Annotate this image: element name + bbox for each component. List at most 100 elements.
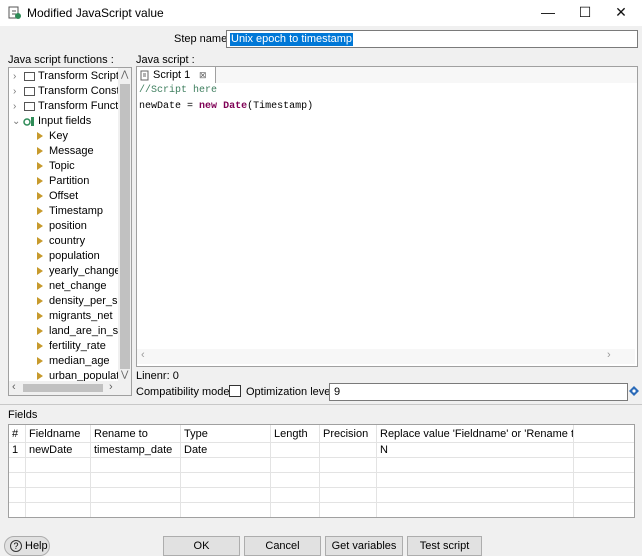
code-keyword: new [199,101,218,112]
help-icon: ? [10,540,22,552]
tree-folder-transform-scripts[interactable]: › Transform Scripts [11,69,125,84]
tab-label: Script 1 [153,69,191,81]
column-header[interactable]: # [9,426,25,442]
folder-icon [24,87,35,96]
tree-vertical-thumb[interactable] [120,84,130,369]
field-icon [37,237,43,245]
tree-folder-transform-constants[interactable]: › Transform Constan [11,84,131,99]
field-icon [37,357,43,365]
tree-folder-input-fields[interactable]: ⌄ Input fields [11,114,121,129]
variable-icon[interactable] [629,386,639,396]
tree-field-label: Message [49,145,94,157]
field-icon [37,222,43,230]
expand-arrow-icon[interactable]: › [13,84,16,99]
column-header[interactable]: Precision [320,426,376,442]
field-icon [37,312,43,320]
scroll-left-icon[interactable]: ‹ [12,381,16,393]
scroll-left-icon[interactable]: ‹ [141,349,145,361]
tree-field-label: fertility_rate [49,340,106,352]
minimize-button[interactable]: — [528,0,568,26]
expand-arrow-icon[interactable]: › [13,69,16,84]
column-header[interactable]: Fieldname [26,426,90,442]
editor-horizontal-scrollbar[interactable]: ‹ › [137,349,635,364]
script-file-icon [140,70,149,81]
fields-label: Fields [8,409,38,421]
script-editor[interactable]: //Script here newDate = new Date(Timesta… [137,83,637,366]
step-name-value: Unix epoch to timestamp [230,33,354,46]
tree-field-label: median_age [49,355,110,367]
code-operator: = [181,101,200,112]
step-name-input[interactable]: Unix epoch to timestamp [226,30,638,48]
column-divider [573,425,574,517]
field-icon [37,282,43,290]
line-number: Linenr: 0 [136,370,179,382]
field-icon [37,252,43,260]
code-class: Date [223,101,248,112]
code-variable: newDate [139,101,182,112]
scroll-right-icon[interactable]: › [109,381,113,393]
cell-precision[interactable] [320,442,376,458]
tree-folder-label: Input fields [38,115,92,127]
column-header[interactable]: Type [181,426,270,442]
code-line: newDate = new Date(Timestamp) [139,101,313,112]
tree-horizontal-scrollbar[interactable]: ‹ › [9,381,131,395]
scroll-right-icon[interactable]: › [607,349,611,361]
separator [0,404,642,405]
scroll-up-icon[interactable]: ⋀ [121,69,128,80]
get-variables-button[interactable]: Get variables [325,536,403,556]
script-label: Java script : [136,54,195,66]
cell-type[interactable]: Date [181,442,270,458]
tree-folder-label: Transform Scripts [38,70,125,82]
optimization-input[interactable]: 9 [329,383,628,401]
field-icon [37,327,43,335]
cell-replace-value[interactable]: N [377,442,573,458]
cell-fieldname[interactable]: newDate [26,442,90,458]
javascript-step-icon [8,6,21,19]
compatibility-checkbox[interactable] [229,385,241,397]
help-button[interactable]: ? Help [4,536,50,556]
step-name-label: Step name [174,33,228,45]
functions-tree[interactable]: › Transform Scripts › Transform Constan … [8,67,132,396]
tree-field-label: yearly_change [49,265,121,277]
scroll-down-icon[interactable]: ⋁ [121,369,128,380]
folder-icon [24,72,35,81]
cell-rename-to[interactable]: timestamp_date [91,442,180,458]
column-header[interactable]: Length [271,426,319,442]
maximize-button[interactable]: ☐ [565,0,605,26]
tree-field-label: Topic [49,160,75,172]
close-button[interactable]: ✕ [601,0,641,26]
column-header[interactable]: Replace value 'Fieldname' or 'Rename to' [377,426,573,442]
column-header[interactable]: Rename to [91,426,180,442]
tree-folder-transform-functions[interactable]: › Transform Functior [11,99,131,114]
cancel-button[interactable]: Cancel [244,536,321,556]
field-icon [37,297,43,305]
tree-field-label: country [49,235,86,247]
row-number: 1 [12,444,19,456]
tree-horizontal-thumb[interactable] [23,384,103,392]
tree-field-label: Offset [49,190,79,202]
optimization-label: Optimization level [246,386,333,398]
cell-length[interactable] [271,442,319,458]
tree-folder-label: Transform Functior [38,100,131,112]
folder-icon [24,102,35,111]
ok-button[interactable]: OK [163,536,240,556]
field-icon [37,372,43,380]
tree-field-label: Partition [49,175,90,187]
tree-field-label: Timestamp [49,205,103,217]
field-icon [37,147,43,155]
tab-script-1[interactable]: Script 1 ⊠ [136,66,216,84]
collapse-arrow-icon[interactable]: ⌄ [12,114,20,129]
tree-field-label: migrants_net [49,310,113,322]
tab-close-icon[interactable]: ⊠ [199,67,207,84]
help-button-label: Help [25,540,48,552]
compatibility-label: Compatibility mode? [136,386,236,398]
field-icon [37,177,43,185]
row-divider [9,487,634,488]
test-script-button[interactable]: Test script [407,536,482,556]
fields-table[interactable]: # Fieldname Rename to Type Length Precis… [8,424,635,518]
tree-field-label: net_change [49,280,107,292]
tree-vertical-scrollbar[interactable]: ⋀ ⋁ [118,68,131,381]
code-comment: //Script here [139,85,218,96]
window-title: Modified JavaScript value [27,6,164,20]
expand-arrow-icon[interactable]: › [13,99,16,114]
